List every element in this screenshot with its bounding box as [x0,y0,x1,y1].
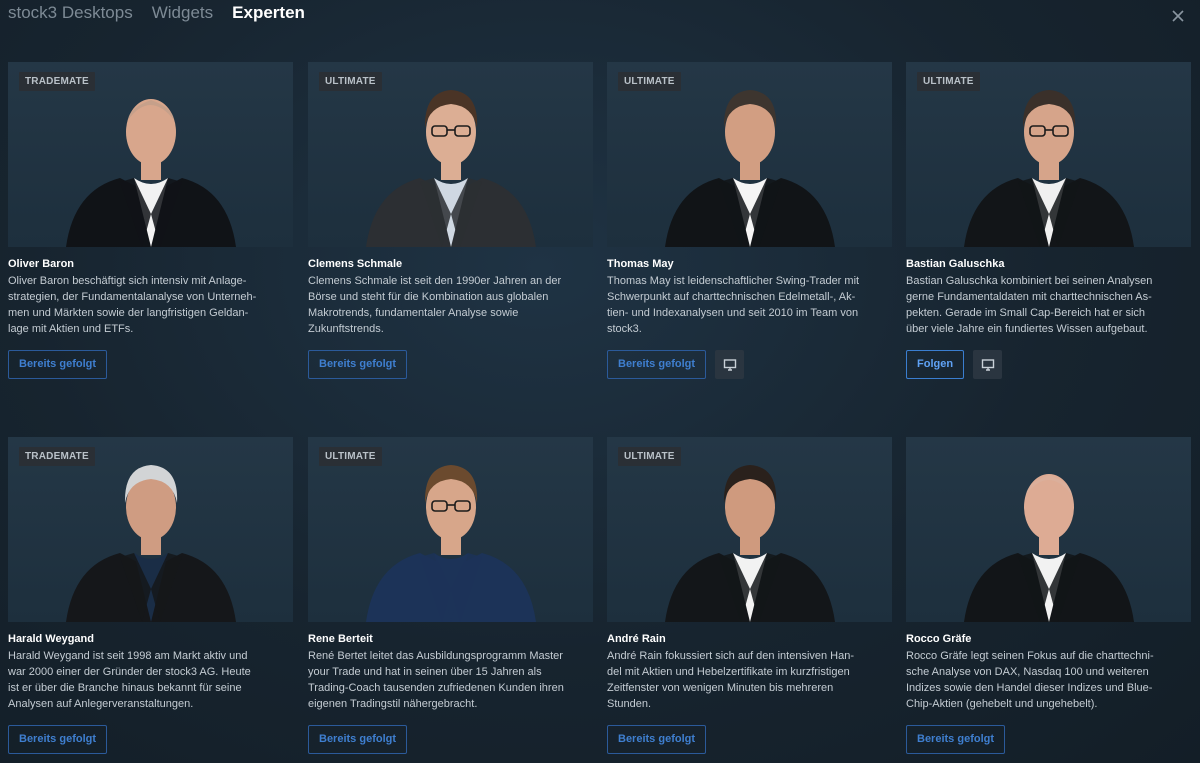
expert-description-line: Makrotrends, fundamentaler Analyse sowie [308,307,519,319]
already-following-button[interactable]: Bereits gefolgt [308,725,408,754]
expert-actions: Bereits gefolgt [308,350,408,379]
expert-actions: Bereits gefolgt [8,350,108,379]
expert-description-line: sche Analyse von DAX, Nasdaq 100 und wei… [906,666,1149,678]
follow-button[interactable]: Folgen [906,350,965,379]
monitor-icon[interactable] [715,350,745,379]
expert-photo: ULTIMATE [607,62,892,247]
plan-badge: ULTIMATE [917,72,980,91]
expert-description-line: lage mit Aktien und ETFs. [8,323,134,335]
expert-description: Harald Weygand ist seit 1998 am Markt ak… [8,648,288,712]
already-following-button[interactable]: Bereits gefolgt [8,725,108,754]
expert-photo: TRADEMATE [8,62,293,247]
expert-photo: TRADEMATE [8,437,293,622]
expert-name: Rocco Gräfe [906,633,972,645]
expert-photo: ULTIMATE [607,437,892,622]
expert-card: Rocco Gräfe Rocco Gräfe legt seinen Foku… [906,437,1191,754]
expert-name: Oliver Baron [8,258,75,270]
expert-description-line: Analysen auf Anlegerveranstaltungen. [8,698,194,710]
expert-card: ULTIMATE Bastian Galuschka Bastian Galus… [906,62,1191,379]
expert-description-line: strategien, der Fundamentalanalyse von U… [8,291,257,303]
expert-description: Thomas May ist leidenschaftlicher Swing-… [607,273,887,337]
experts-dialog: stock3 Desktops Widgets Experten TRADEMA… [0,0,1200,763]
expert-name: Bastian Galuschka [906,258,1005,270]
expert-name: Rene Berteit [308,633,373,645]
expert-photo [906,437,1191,622]
plan-badge: ULTIMATE [618,72,681,91]
expert-description-line: Chip-Aktien (gehebelt und ungehebelt). [906,698,1098,710]
expert-description-line: Clemens Schmale ist seit den 1990er Jahr… [308,275,562,287]
expert-actions: Folgen [906,350,1003,379]
expert-name: Thomas May [607,258,674,270]
expert-description-line: Zeitfenster von wenigen Minuten bis mehr… [607,682,834,694]
expert-description-line: André Rain fokussiert sich auf den inten… [607,650,855,662]
expert-name: Harald Weygand [8,633,94,645]
expert-description-line: pekten. Gerade im Small Cap-Bereich hat … [906,307,1146,319]
expert-description-line: eigenen Tradingstil nähergebracht. [308,698,478,710]
already-following-button[interactable]: Bereits gefolgt [308,350,408,379]
expert-photo: ULTIMATE [308,62,593,247]
expert-card: ULTIMATE Thomas May Thomas May ist leide… [607,62,892,379]
expert-description-line: tien- und Indexanalysen und seit 2010 im… [607,307,859,319]
tab-bar: stock3 Desktops Widgets Experten [8,0,305,26]
expert-card: TRADEMATE Oliver Baron Oliver Baron besc… [8,62,293,379]
expert-name: Clemens Schmale [308,258,403,270]
expert-actions: Bereits gefolgt [906,725,1006,754]
expert-actions: Bereits gefolgt [607,725,707,754]
expert-description: Bastian Galuschka kombiniert bei seinen … [906,273,1186,337]
expert-description-line: Thomas May ist leidenschaftlicher Swing-… [607,275,860,287]
monitor-icon[interactable] [973,350,1003,379]
tab-experten[interactable]: Experten [232,0,305,24]
expert-card: ULTIMATE Rene Berteit René Bertet leitet… [308,437,593,754]
already-following-button[interactable]: Bereits gefolgt [607,350,707,379]
expert-description: Clemens Schmale ist seit den 1990er Jahr… [308,273,588,337]
expert-photo: ULTIMATE [906,62,1191,247]
expert-description-line: war 2000 einer der Gründer der stock3 AG… [8,666,251,678]
close-icon[interactable] [1170,8,1186,24]
expert-description-line: Trading-Coach tausenden zufriedenen Kund… [308,682,564,694]
expert-description: Rocco Gräfe legt seinen Fokus auf die ch… [906,648,1186,712]
expert-description-line: Schwerpunkt auf charttechnischen Edelmet… [607,291,856,303]
already-following-button[interactable]: Bereits gefolgt [906,725,1006,754]
expert-description-line: ist er über die Branche hinaus bekannt f… [8,682,242,694]
expert-card: TRADEMATE Harald Weygand Harald Weygand … [8,437,293,754]
expert-actions: Bereits gefolgt [607,350,745,379]
expert-description-line: Harald Weygand ist seit 1998 am Markt ak… [8,650,248,662]
expert-description-line: men und Märkten sowie der langfristigen … [8,307,249,319]
plan-badge: ULTIMATE [319,447,382,466]
expert-description: André Rain fokussiert sich auf den inten… [607,648,887,712]
expert-description-line: stock3. [607,323,642,335]
expert-card: ULTIMATE Clemens Schmale Clemens Schmale… [308,62,593,379]
expert-card: ULTIMATE André Rain André Rain fokussier… [607,437,892,754]
tab-stock3-desktops[interactable]: stock3 Desktops [8,0,133,24]
expert-description-line: gerne Fundamentaldaten mit charttechnisc… [906,291,1152,303]
expert-name: André Rain [607,633,666,645]
expert-description-line: Oliver Baron beschäftigt sich intensiv m… [8,275,247,287]
plan-badge: TRADEMATE [19,72,95,91]
plan-badge: ULTIMATE [618,447,681,466]
expert-description-line: Rocco Gräfe legt seinen Fokus auf die ch… [906,650,1154,662]
expert-description: Oliver Baron beschäftigt sich intensiv m… [8,273,288,337]
expert-actions: Bereits gefolgt [8,725,108,754]
expert-description-line: Indizes sowie den Handel dieser Indizes … [906,682,1153,694]
expert-description-line: über viele Jahre ein fundiertes Wissen a… [906,323,1148,335]
expert-description-line: René Bertet leitet das Ausbildungsprogra… [308,650,563,662]
already-following-button[interactable]: Bereits gefolgt [607,725,707,754]
already-following-button[interactable]: Bereits gefolgt [8,350,108,379]
tab-widgets[interactable]: Widgets [152,0,213,24]
plan-badge: ULTIMATE [319,72,382,91]
expert-description-line: Stunden. [607,698,652,710]
expert-description-line: Bastian Galuschka kombiniert bei seinen … [906,275,1153,287]
expert-photo: ULTIMATE [308,437,593,622]
expert-actions: Bereits gefolgt [308,725,408,754]
expert-description: René Bertet leitet das Ausbildungsprogra… [308,648,588,712]
plan-badge: TRADEMATE [19,447,95,466]
expert-description-line: your Trade und hat in seinen über 15 Jah… [308,666,542,678]
expert-description-line: Börse und steht für die Kombination aus … [308,291,549,303]
expert-description-line: Zukunftstrends. [308,323,384,335]
expert-description-line: del mit Aktien und Hebelzertifikate im k… [607,666,850,678]
